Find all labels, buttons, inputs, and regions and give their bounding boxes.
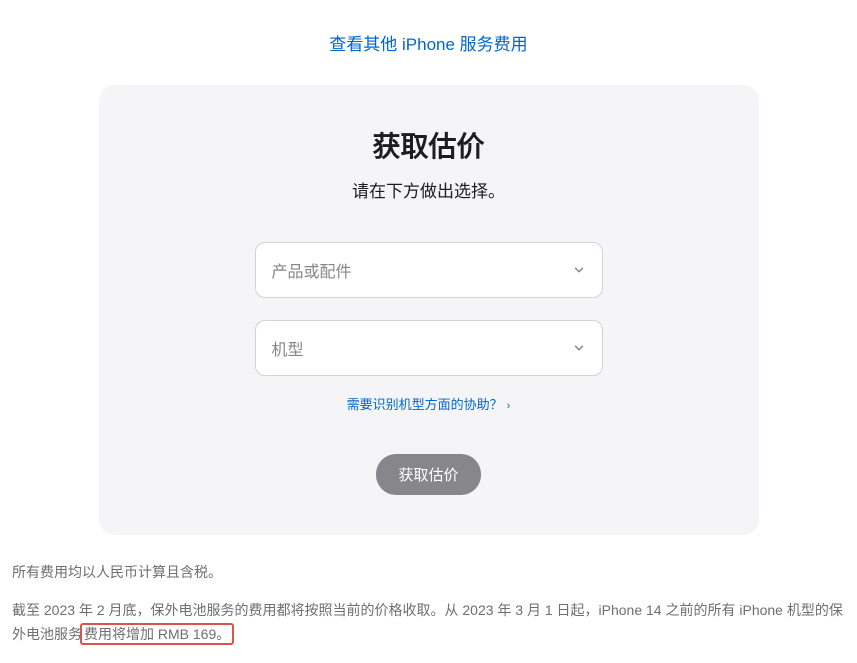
other-services-link[interactable]: 查看其他 iPhone 服务费用 [329, 35, 527, 54]
card-subtitle: 请在下方做出选择。 [149, 177, 709, 202]
footer-notes: 所有费用均以人民币计算且含税。 截至 2023 年 2 月底，保外电池服务的费用… [0, 535, 857, 646]
estimate-card: 获取估价 请在下方做出选择。 产品或配件 机型 需要识别机型方面的协助？ › 获取… [99, 85, 759, 535]
help-link-label: 需要识别机型方面的协助？ [347, 397, 503, 412]
card-title: 获取估价 [149, 125, 709, 165]
model-select[interactable]: 机型 [255, 320, 603, 376]
product-select[interactable]: 产品或配件 [255, 242, 603, 298]
model-select-wrap: 机型 [255, 320, 603, 376]
footer-line-2: 截至 2023 年 2 月底，保外电池服务的费用都将按照当前的价格收取。从 20… [12, 599, 845, 647]
other-services-link-container: 查看其他 iPhone 服务费用 [0, 0, 857, 75]
chevron-down-icon [572, 341, 586, 355]
product-select-wrap: 产品或配件 [255, 242, 603, 298]
product-select-placeholder: 产品或配件 [272, 258, 352, 282]
chevron-down-icon [572, 263, 586, 277]
price-increase-highlight: 费用将增加 RMB 169。 [80, 623, 234, 645]
footer-line-1: 所有费用均以人民币计算且含税。 [12, 561, 845, 585]
help-link-container: 需要识别机型方面的协助？ › [149, 394, 709, 414]
model-select-placeholder: 机型 [272, 336, 304, 360]
chevron-right-icon: › [507, 400, 511, 412]
identify-model-help-link[interactable]: 需要识别机型方面的协助？ › [347, 397, 511, 412]
get-estimate-button[interactable]: 获取估价 [376, 454, 480, 495]
